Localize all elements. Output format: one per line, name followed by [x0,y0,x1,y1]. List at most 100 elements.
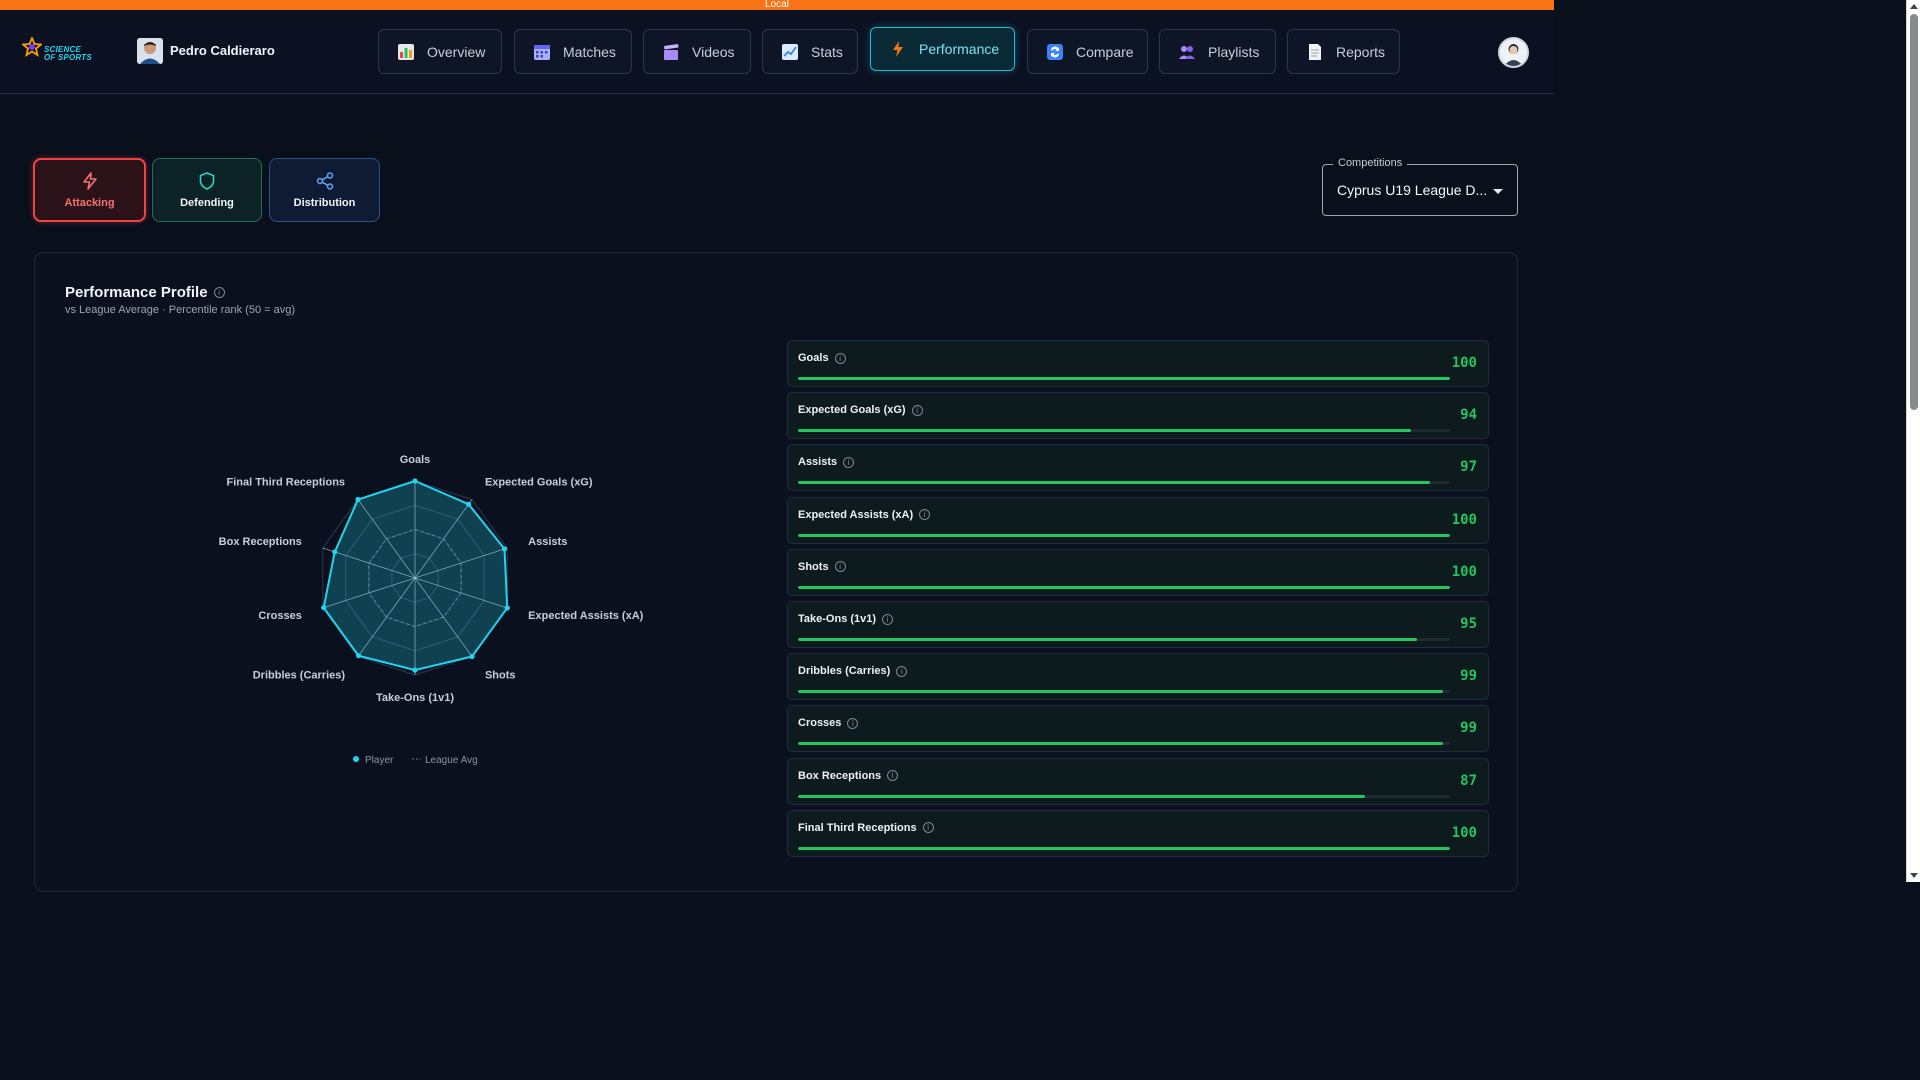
report-icon [1309,43,1321,60]
radar-axis-label: Expected Goals (xG) [485,477,593,489]
scroll-up-arrow-icon[interactable] [1910,4,1918,9]
nav-label: Videos [692,43,735,60]
logo-text: SCIENCE OF SPORTS [44,46,92,62]
star-logo-icon [22,37,42,57]
info-icon[interactable]: i [919,509,931,521]
stat-value: 100 [1451,563,1477,580]
stat-name: Assists i [798,456,855,469]
stat-progress-fill [798,429,1411,433]
environment-banner: Local [0,0,1554,10]
info-icon[interactable]: i [843,456,855,468]
stat-value: 100 [1451,355,1477,371]
stat-progress-track [798,742,1450,746]
info-icon[interactable]: i [887,770,899,782]
nav-label: Matches [563,43,616,60]
nav-label: Reports [1336,43,1386,60]
category-label: Distribution [293,197,356,209]
stat-progress-track [798,690,1450,694]
stat-name: Final Third Receptions i [798,822,934,834]
nav-videos[interactable]: Videos [643,29,751,74]
stat-progress-fill [798,638,1418,641]
stat-progress-fill [798,794,1366,798]
nav-playlists[interactable]: Playlists [1159,29,1276,74]
info-icon[interactable]: i [882,613,894,625]
info-icon[interactable]: i [922,822,934,834]
info-icon[interactable]: i [911,404,923,416]
info-icon[interactable]: i [847,717,859,729]
radar-axis-label: Assists [528,536,567,548]
info-icon[interactable]: i [896,665,908,677]
nav-label: Performance [919,41,1000,57]
nav-overview[interactable]: Overview [378,29,502,74]
stat-name: Crosses i [798,717,859,729]
stat-card: Dribbles (Carries) i 99 [787,653,1489,701]
stat-progress-fill [798,585,1450,589]
stat-name-text: Box Receptions [798,769,882,782]
category-distribution[interactable]: Distribution [269,158,380,222]
player-avatar[interactable] [137,38,163,64]
stat-name-text: Assists [798,456,838,469]
science-of-sports-logo[interactable]: SCIENCE OF SPORTS [22,37,92,67]
share-icon [316,172,333,190]
radar-axis-label: Take-Ons (1v1) [376,692,454,704]
stat-value: 95 [1460,616,1477,632]
player-point [501,546,508,552]
logo-text-line-2: OF SPORTS [44,53,92,62]
player-name[interactable]: Pedro Caldieraro [170,43,275,58]
nav-compare[interactable]: Compare [1027,29,1148,74]
stat-progress-track [798,377,1450,380]
stat-progress-track [798,481,1450,485]
nav-matches[interactable]: Matches [514,29,632,74]
category-attacking[interactable]: Attacking [33,158,146,222]
stat-value: 99 [1460,668,1477,685]
radar-axis-label: Crosses [258,610,301,622]
player-point [355,496,361,503]
stat-card: Take-Ons (1v1) i 95 [787,601,1489,648]
calendar-icon [534,44,550,60]
scroll-down-arrow-icon[interactable] [1910,873,1918,878]
nav-label: Playlists [1208,43,1260,60]
nav-label: Compare [1076,43,1134,60]
player-point [412,667,418,673]
stat-card: Final Third Receptions i 100 [787,809,1489,857]
stat-value: 100 [1451,824,1477,841]
stat-progress-fill [798,690,1444,694]
stat-progress-track [798,429,1450,433]
stat-progress-track [798,846,1450,850]
category-label: Attacking [64,197,115,209]
stat-name-text: Expected Goals (xG) [798,404,906,417]
stat-progress-track [798,794,1450,798]
player-point [504,605,510,611]
radar-axis-label: Shots [485,669,516,681]
scroll-thumb[interactable] [1910,14,1918,410]
nav-performance[interactable]: Performance [870,27,1015,71]
player-point [469,653,475,660]
stat-progress-track [798,638,1450,641]
category-defending[interactable]: Defending [152,158,262,222]
competitions-label: Competitions [1333,157,1408,169]
shield-icon [199,172,215,190]
stat-progress-fill [798,481,1431,485]
performance-profile-panel: Performance Profile i vs League Average … [34,252,1518,892]
stat-value: 100 [1451,511,1477,528]
competitions-select[interactable]: Competitions Cyprus U19 League D... [1322,157,1518,216]
stat-value: 94 [1460,407,1477,424]
page-scrollbar[interactable] [1906,0,1920,882]
radar-chart: Goals Expected Goals (xG) Assists Expected … [219,454,644,766]
compare-icon [1047,43,1063,60]
stat-card: Goals i 100 [787,340,1489,387]
user-avatar[interactable] [1498,37,1529,68]
legend-player-marker [353,756,359,762]
nav-reports[interactable]: Reports [1287,29,1400,74]
radar-axis-label: Goals [400,454,431,466]
radar-chart-area: Goals Expected Goals (xG) Assists Expected … [35,253,775,893]
nav-stats[interactable]: Stats [762,29,858,74]
user-profile-icon [1500,39,1527,66]
lightning-icon [82,172,97,190]
stat-card: Expected Assists (xA) i 100 [787,496,1489,544]
stat-value: 99 [1460,720,1477,737]
stat-name: Shots i [798,561,846,573]
info-icon[interactable]: i [834,561,846,573]
category-label: Defending [180,197,234,209]
info-icon[interactable]: i [834,352,846,364]
